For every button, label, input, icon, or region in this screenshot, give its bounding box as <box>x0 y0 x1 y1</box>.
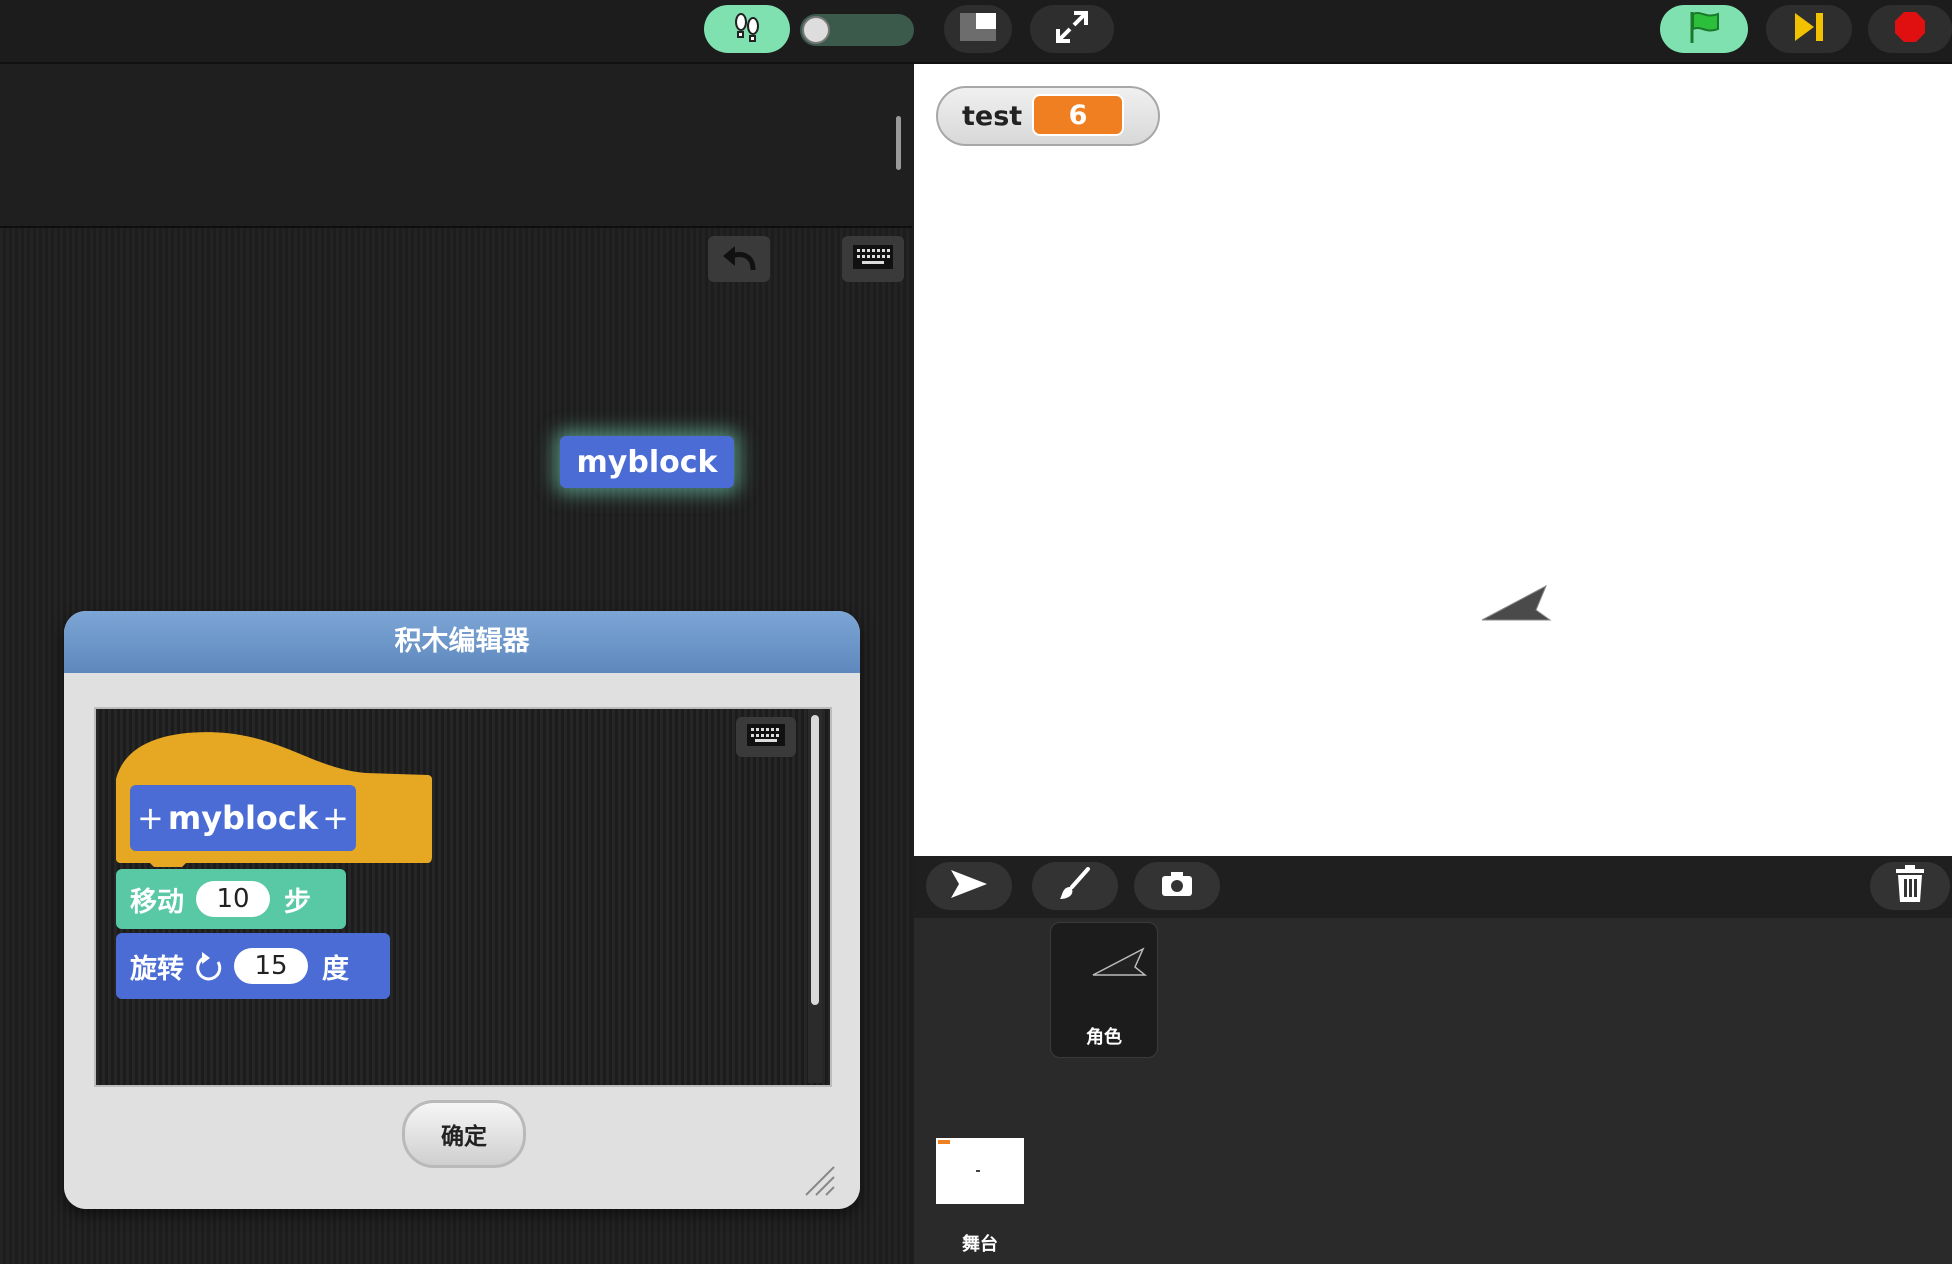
delete-sprite-button[interactable] <box>1870 862 1950 910</box>
turn-degrees-block[interactable]: 旋转 15 度 <box>116 933 390 999</box>
resize-handle[interactable] <box>800 1161 836 1201</box>
fullscreen-button[interactable] <box>1030 5 1114 53</box>
block-editor-dialog: 积木编辑器 + myblock + 移动 10 步 旋转 15 度 确定 <box>64 611 860 1209</box>
resize-grip-icon <box>805 1166 835 1196</box>
watcher-mini <box>938 1140 950 1144</box>
normal-stage-icon <box>958 11 998 47</box>
slider-knob[interactable] <box>802 16 830 44</box>
panel-resize-handle[interactable] <box>896 116 901 170</box>
expand-arrows-icon <box>1054 9 1090 49</box>
pause-icon <box>1792 10 1826 48</box>
green-flag-icon <box>1686 9 1722 49</box>
stop-icon <box>1893 10 1927 48</box>
stop-button[interactable] <box>1868 5 1952 53</box>
footprints-button[interactable] <box>704 5 790 53</box>
sprite-arrow[interactable] <box>1480 584 1552 628</box>
myblock-label: myblock <box>576 444 718 480</box>
myblock-floating-block[interactable]: myblock <box>560 436 734 488</box>
pause-button[interactable] <box>1766 5 1852 53</box>
sprite-mini <box>976 1170 980 1172</box>
variable-watcher[interactable]: test 6 <box>936 86 1160 146</box>
top-toolbar <box>0 0 1952 64</box>
keyboard-icon <box>852 244 894 274</box>
green-flag-button[interactable] <box>1660 5 1748 53</box>
camera-icon <box>1160 870 1194 902</box>
stage-label: 舞台 <box>962 1234 998 1255</box>
keyboard-icon <box>746 723 786 751</box>
sprite-corral: 角色 舞台 <box>914 918 1952 1264</box>
prototype-block[interactable]: + myblock + <box>130 785 356 851</box>
dialog-title[interactable]: 积木编辑器 <box>64 611 860 673</box>
stage-size-button[interactable] <box>944 5 1012 53</box>
move-label: 移动 <box>130 886 184 918</box>
keyboard-entry-button[interactable] <box>842 236 904 282</box>
move-steps-block[interactable]: 移动 10 步 <box>116 869 346 929</box>
undo-button[interactable] <box>708 236 770 282</box>
stage-thumbnail[interactable] <box>936 1138 1024 1204</box>
steps-input[interactable]: 10 <box>196 881 270 917</box>
degrees-input[interactable]: 15 <box>234 948 308 984</box>
sprite-info-panel <box>0 64 912 228</box>
ok-button[interactable]: 确定 <box>402 1100 526 1168</box>
degrees-unit: 度 <box>322 953 349 985</box>
paint-sprite-button[interactable] <box>1032 862 1118 910</box>
watcher-label: test <box>962 100 1023 132</box>
custom-block-hat[interactable]: + myblock + <box>116 729 436 871</box>
camera-sprite-button[interactable] <box>1134 862 1220 910</box>
sprite-icon[interactable]: 角色 <box>1050 922 1158 1058</box>
undo-icon <box>719 242 759 276</box>
editor-scrollbar[interactable] <box>808 709 822 1083</box>
turtle-arrow-icon <box>949 868 989 904</box>
scrollbar-thumb[interactable] <box>811 715 819 1005</box>
add-input-right-icon[interactable]: + <box>322 799 349 837</box>
turn-label: 旋转 <box>130 953 184 985</box>
footprints-icon <box>730 12 764 46</box>
sprite-name: 角色 <box>1086 1027 1122 1048</box>
watcher-value: 6 <box>1032 94 1124 136</box>
add-turtle-sprite-button[interactable] <box>926 862 1012 910</box>
editor-keyboard-button[interactable] <box>736 717 796 757</box>
prototype-label: myblock <box>167 799 319 837</box>
corral-toolbar <box>914 856 1952 918</box>
add-input-left-icon[interactable]: + <box>137 799 164 837</box>
sprite-thumbnail <box>1091 947 1148 981</box>
arrow-costume-icon <box>1481 584 1552 621</box>
speed-slider[interactable] <box>800 14 914 46</box>
dialog-body: + myblock + 移动 10 步 旋转 15 度 确定 <box>64 673 860 1209</box>
steps-unit: 步 <box>284 886 311 918</box>
block-definition-editor[interactable]: + myblock + 移动 10 步 旋转 15 度 <box>94 707 832 1087</box>
clockwise-arrow-icon <box>194 948 226 984</box>
trash-icon <box>1894 865 1926 907</box>
stage[interactable]: test 6 <box>914 64 1952 856</box>
paintbrush-icon <box>1058 867 1092 905</box>
